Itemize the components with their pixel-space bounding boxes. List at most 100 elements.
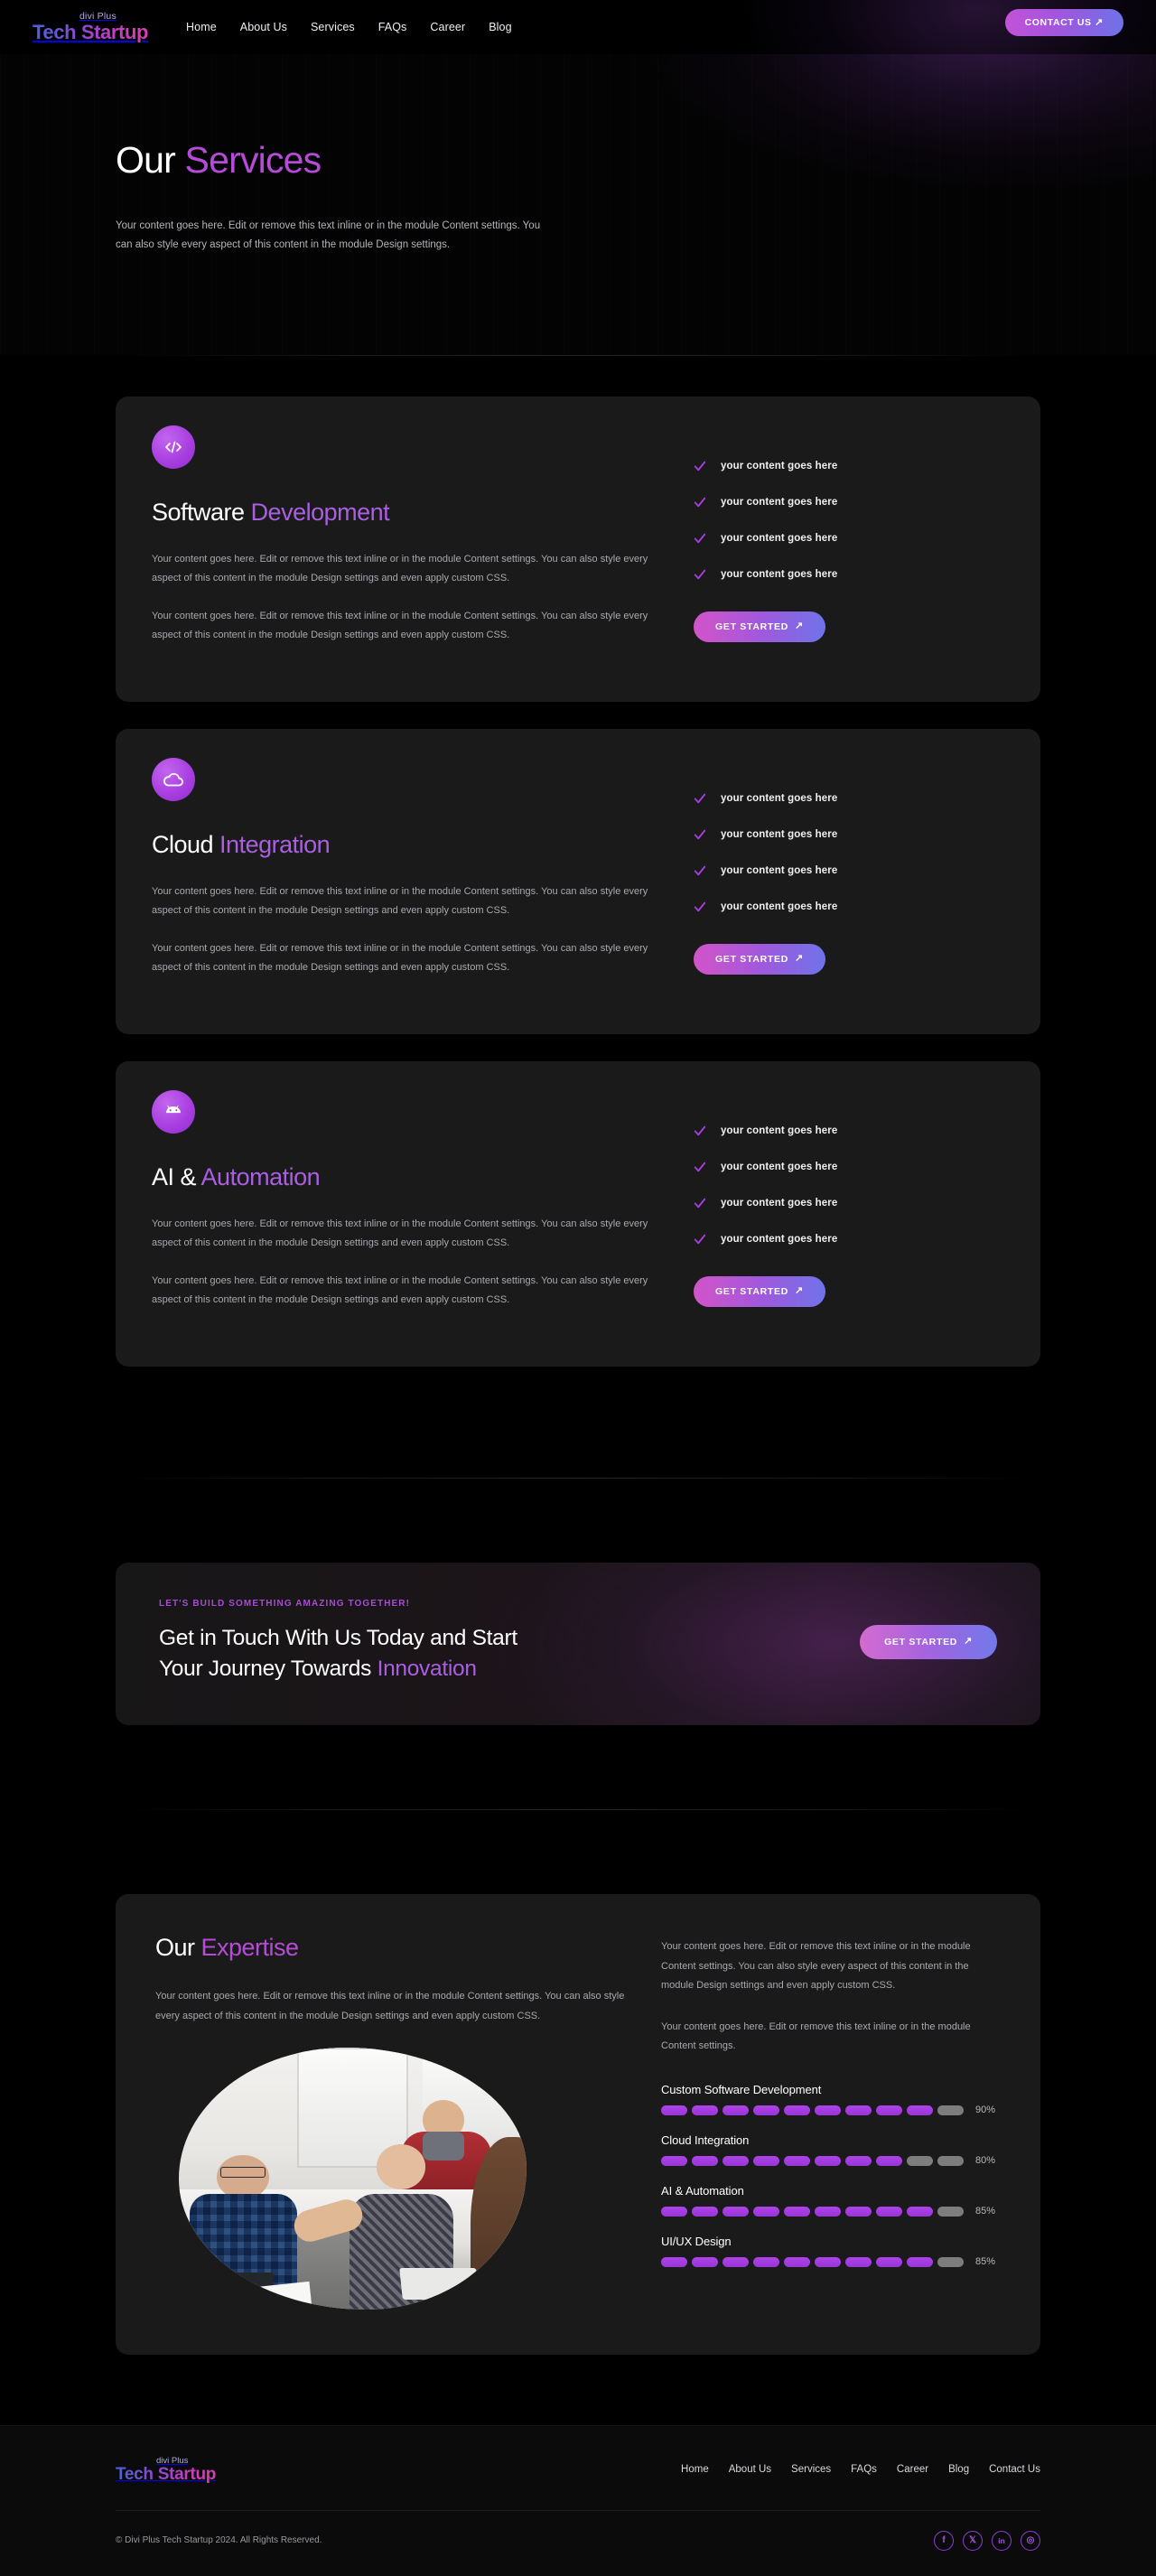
expertise-title-accent: Expertise <box>200 1934 300 1962</box>
contact-us-button[interactable]: CONTACT US ↗ <box>1004 9 1123 36</box>
cta-heading-line2-plain: Your Journey Towards <box>159 1657 378 1682</box>
footer-logo-title: Tech Startup <box>116 2464 217 2484</box>
skill-segment <box>753 2105 779 2115</box>
expertise-title: Our Expertise <box>155 1934 625 1962</box>
footer-nav-item-services[interactable]: Services <box>791 2464 831 2475</box>
service-paragraph: Your content goes here. Edit or remove t… <box>152 1275 648 1306</box>
photo-person-head <box>377 2144 426 2189</box>
page-wrap: Our Services Your content goes here. Edi… <box>0 54 1156 2576</box>
skill-segment <box>692 2155 718 2166</box>
nav-item-home[interactable]: Home <box>186 21 217 33</box>
skill-label: Cloud Integration <box>661 2133 750 2148</box>
service-title: AI & Automation <box>152 1163 676 1191</box>
cloud-icon <box>152 757 195 801</box>
get-started-button[interactable]: GET STARTED ↗ <box>694 1275 825 1307</box>
footer-nav: Home About Us Services FAQs Career Blog … <box>681 2464 1040 2475</box>
cta-heading-line1: Get in Touch With Us Today and Start <box>159 1625 517 1650</box>
skill-segment <box>692 2256 718 2267</box>
nav-item-about-us[interactable]: About Us <box>240 21 287 33</box>
skill-segment <box>722 2105 749 2115</box>
list-item-label: your content goes here <box>721 828 838 840</box>
site-logo[interactable]: divi Plus Tech Startup <box>33 12 148 42</box>
service-card: Software Development Your content goes h… <box>116 396 1040 702</box>
list-item: your content goes here <box>694 1197 1004 1209</box>
arrow-up-right-icon: ↗ <box>964 1636 973 1647</box>
service-card-right: your content goes here your content goes… <box>694 1090 1004 1341</box>
x-twitter-icon[interactable]: 𝕏 <box>963 2530 983 2551</box>
list-item: your content goes here <box>694 1161 1004 1173</box>
logo-title: Tech Startup <box>33 20 149 43</box>
cta-text-block: LET'S BUILD SOMETHING AMAZING TOGETHER! … <box>159 1599 517 1686</box>
footer-nav-item-blog[interactable]: Blog <box>948 2464 969 2475</box>
check-icon <box>694 1162 706 1171</box>
instagram-icon[interactable]: ◎ <box>1021 2530 1040 2551</box>
copyright-text: © Divi Plus Tech Startup 2024. All Right… <box>116 2535 322 2546</box>
nav-item-services[interactable]: Services <box>311 21 355 33</box>
list-item-label: your content goes here <box>721 568 838 580</box>
arrow-up-right-icon: ↗ <box>795 621 804 632</box>
cta-get-started-button[interactable]: GET STARTED ↗ <box>860 1624 997 1659</box>
expertise-title-plain: Our <box>155 1934 201 1962</box>
service-card-left: Software Development Your content goes h… <box>152 425 694 677</box>
skill-row: Custom Software Development 90% <box>661 2083 1001 2115</box>
skill-segment <box>876 2256 902 2267</box>
service-title-accent: Development <box>250 498 390 526</box>
skill-row: UI/UX Design 85% <box>661 2235 1001 2267</box>
skill-segment <box>661 2105 687 2115</box>
skill-segment <box>907 2256 933 2267</box>
list-item-label: your content goes here <box>721 792 838 804</box>
code-icon <box>152 425 195 469</box>
get-started-button[interactable]: GET STARTED ↗ <box>694 611 825 642</box>
skill-segment <box>661 2155 687 2166</box>
skill-segment <box>661 2256 687 2267</box>
skill-segment <box>692 2206 718 2217</box>
arrow-up-right-icon: ↗ <box>795 953 804 965</box>
skill-segment <box>784 2256 810 2267</box>
footer-nav-item-contact-us[interactable]: Contact Us <box>989 2464 1040 2475</box>
service-feature-list: your content goes here your content goes… <box>694 1125 1004 1246</box>
list-item: your content goes here <box>694 901 1004 913</box>
service-card-right: your content goes here your content goes… <box>694 425 1004 677</box>
get-started-label: GET STARTED <box>715 953 789 965</box>
site-footer: divi Plus Tech Startup Home About Us Ser… <box>0 2426 1156 2576</box>
get-started-button[interactable]: GET STARTED ↗ <box>694 943 825 975</box>
page-title-accent: Services <box>184 139 322 181</box>
footer-nav-item-home[interactable]: Home <box>681 2464 709 2475</box>
list-item: your content goes here <box>694 792 1004 805</box>
service-title-plain: Cloud <box>152 830 220 858</box>
nav-item-career[interactable]: Career <box>430 21 465 33</box>
check-icon <box>694 829 706 839</box>
skill-segments <box>661 2256 964 2267</box>
skill-segment <box>692 2105 718 2115</box>
photo-laptop <box>399 2267 480 2300</box>
expertise-left-column: Our Expertise Your content goes here. Ed… <box>155 1934 625 2310</box>
skill-percent: 90% <box>975 2105 996 2116</box>
footer-nav-item-faqs[interactable]: FAQs <box>851 2464 877 2475</box>
expertise-card: Our Expertise Your content goes here. Ed… <box>116 1894 1040 2356</box>
check-icon <box>694 1125 706 1135</box>
list-item-label: your content goes here <box>721 532 838 544</box>
service-paragraph: Your content goes here. Edit or remove t… <box>152 943 648 974</box>
footer-nav-item-about-us[interactable]: About Us <box>729 2464 771 2475</box>
service-card-left: Cloud Integration Your content goes here… <box>152 757 694 1009</box>
service-title: Software Development <box>152 499 676 527</box>
list-item-label: your content goes here <box>721 496 838 508</box>
service-title-accent: Automation <box>200 1162 321 1190</box>
check-icon <box>694 497 706 507</box>
skill-segment <box>937 2105 964 2115</box>
cta-heading: Get in Touch With Us Today and Start You… <box>159 1623 517 1686</box>
facebook-icon[interactable]: f <box>934 2530 954 2551</box>
arrow-up-right-icon: ↗ <box>795 1285 804 1297</box>
skill-segment <box>815 2256 841 2267</box>
service-card: Cloud Integration Your content goes here… <box>116 728 1040 1034</box>
footer-logo[interactable]: divi Plus Tech Startup <box>116 2457 216 2483</box>
linkedin-icon[interactable]: in <box>992 2530 1012 2551</box>
skill-percent: 85% <box>975 2206 996 2217</box>
service-title: Cloud Integration <box>152 831 676 859</box>
check-icon <box>694 793 706 803</box>
nav-item-faqs[interactable]: FAQs <box>378 21 407 33</box>
footer-nav-item-career[interactable]: Career <box>897 2464 928 2475</box>
nav-item-blog[interactable]: Blog <box>489 21 511 33</box>
photo-person-head <box>217 2154 270 2200</box>
